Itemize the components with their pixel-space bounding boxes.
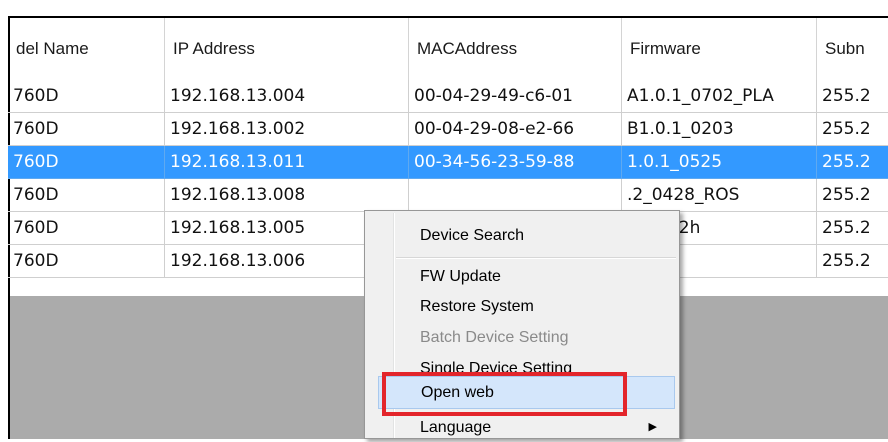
table-row-selected[interactable]: 760D 192.168.13.011 00-34-56-23-59-88 1.… [8, 146, 888, 179]
cell-subnet: 255.2 [817, 212, 888, 245]
cell-subnet: 255.2 [817, 80, 888, 113]
cell-firmware: A1.0.1_0702_PLA [622, 80, 817, 113]
menu-item-fw-update[interactable]: FW Update [367, 262, 677, 291]
cell-model-name: 760D [8, 146, 165, 179]
cell-mac-address [409, 179, 622, 212]
submenu-arrow-icon: ▶ [648, 421, 657, 433]
cell-mac-address: 00-04-29-08-e2-66 [409, 113, 622, 146]
cell-subnet: 255.2 [817, 245, 888, 278]
menu-item-restore-system[interactable]: Restore System [367, 292, 677, 321]
cell-mac-address: 00-04-29-49-c6-01 [409, 80, 622, 113]
menu-item-device-search[interactable]: Device Search [367, 221, 677, 250]
table-row[interactable]: 760D 192.168.13.004 00-04-29-49-c6-01 A1… [8, 80, 888, 113]
cell-model-name: 760D [8, 113, 165, 146]
app-window: del Name IP Address MACAddress Firmware … [0, 0, 888, 439]
cell-ip-address: 192.168.13.011 [165, 146, 409, 179]
cell-firmware: B1.0.1_0203 [622, 113, 817, 146]
cell-model-name: 760D [8, 179, 165, 212]
menu-item-language-label: Language [420, 419, 492, 436]
cell-subnet: 255.2 [817, 179, 888, 212]
menu-item-language[interactable]: Language ▶ [367, 413, 677, 442]
cell-model-name: 760D [8, 80, 165, 113]
column-header-model-name[interactable]: del Name [8, 18, 165, 80]
cell-ip-address: 192.168.13.002 [165, 113, 409, 146]
cell-subnet: 255.2 [817, 146, 888, 179]
cell-firmware: 1.0.1_0525 [622, 146, 817, 179]
table-header: del Name IP Address MACAddress Firmware … [10, 18, 888, 80]
cell-subnet: 255.2 [817, 113, 888, 146]
column-header-ip-address[interactable]: IP Address [165, 18, 409, 80]
cell-firmware: .2_0428_ROS [622, 179, 817, 212]
menu-item-batch-device-setting: Batch Device Setting [420, 329, 569, 346]
table-row[interactable]: 760D 192.168.13.002 00-04-29-08-e2-66 B1… [8, 113, 888, 146]
cell-model-name: 760D [8, 245, 165, 278]
cell-ip-address: 192.168.13.008 [165, 179, 409, 212]
menu-separator [396, 257, 676, 259]
column-header-firmware[interactable]: Firmware [622, 18, 817, 80]
cell-mac-address: 00-34-56-23-59-88 [409, 146, 622, 179]
cell-model-name: 760D [8, 212, 165, 245]
column-header-mac-address[interactable]: MACAddress [409, 18, 622, 80]
annotation-highlight-box [382, 372, 627, 416]
cell-ip-address: 192.168.13.004 [165, 80, 409, 113]
table-row[interactable]: 760D 192.168.13.008 .2_0428_ROS 255.2 [8, 179, 888, 212]
column-header-subnet[interactable]: Subn [817, 18, 888, 80]
